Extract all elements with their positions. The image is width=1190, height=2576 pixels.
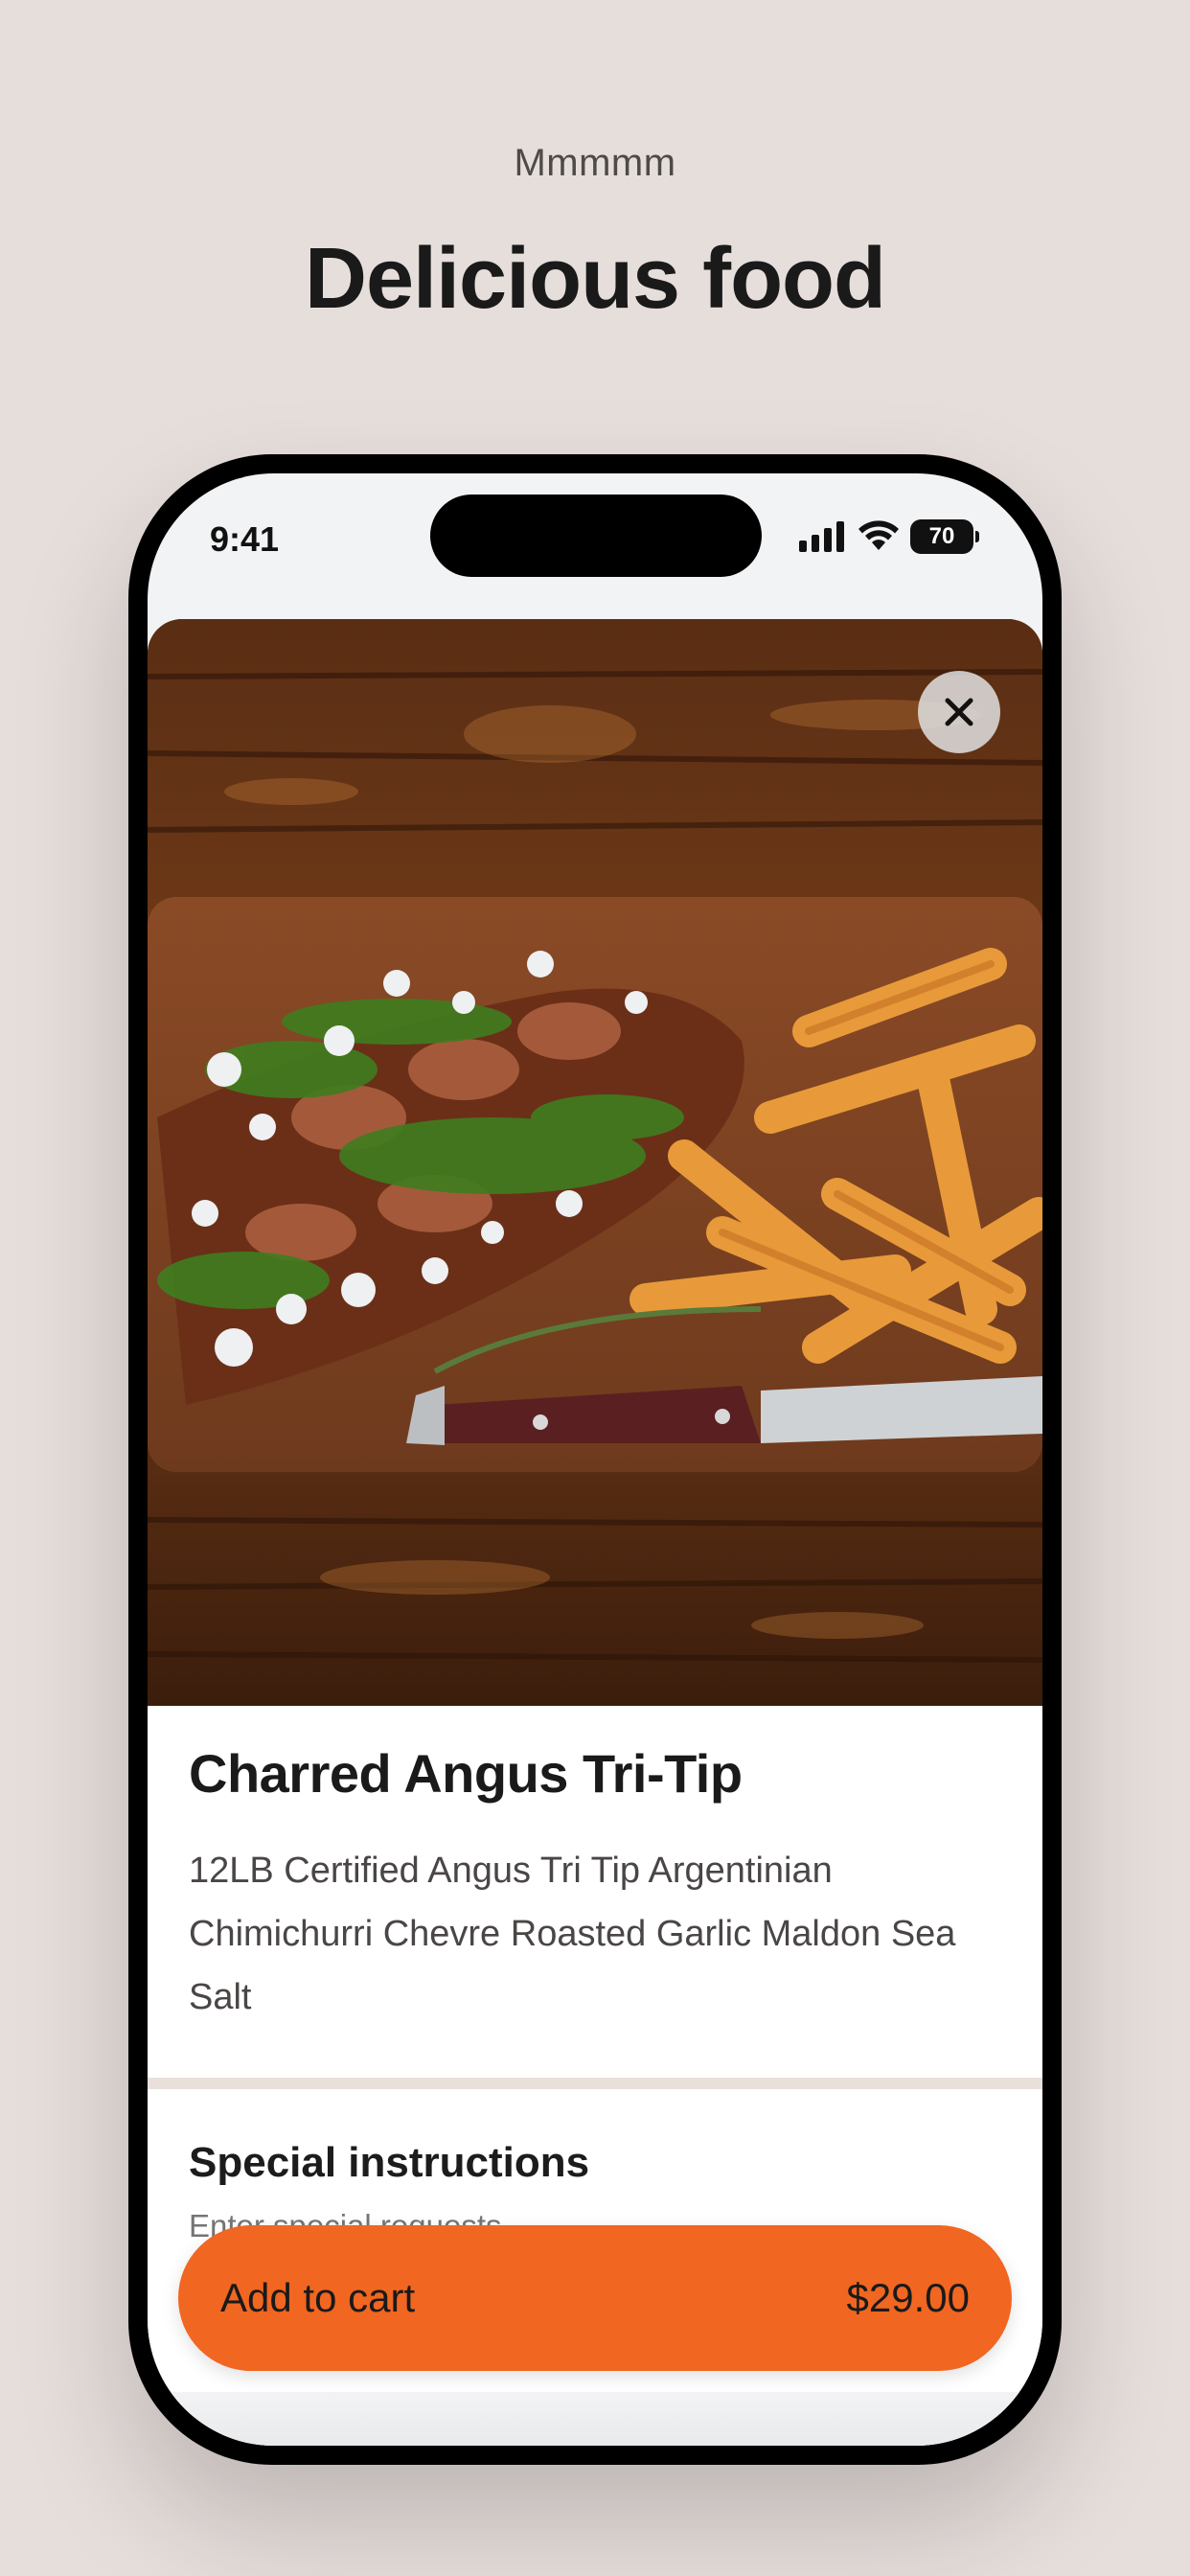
dynamic-island bbox=[430, 494, 762, 577]
home-indicator-area bbox=[148, 2392, 1042, 2446]
status-time: 9:41 bbox=[210, 519, 280, 559]
battery-level: 70 bbox=[910, 519, 973, 554]
product-image bbox=[148, 619, 1042, 1706]
instructions-title: Special instructions bbox=[189, 2139, 590, 2186]
product-sheet: Charred Angus Tri-Tip 12LB Certified Ang… bbox=[148, 619, 1042, 2446]
page-title: Delicious food bbox=[304, 231, 886, 327]
product-details: Charred Angus Tri-Tip 12LB Certified Ang… bbox=[189, 1742, 1003, 2029]
eyebrow-text: Mmmmm bbox=[514, 142, 676, 184]
add-to-cart-label: Add to cart bbox=[220, 2275, 416, 2320]
product-name: Charred Angus Tri-Tip bbox=[189, 1743, 743, 1804]
phone-frame: 9:41 70 Charred Angus Tri-Tip 12LB Certi… bbox=[128, 454, 1062, 2465]
status-icons: 70 bbox=[799, 518, 979, 556]
battery-tip bbox=[975, 531, 979, 542]
add-to-cart-button[interactable]: Add to cart $29.00 bbox=[178, 2225, 1012, 2371]
wifi-icon bbox=[858, 520, 899, 550]
food-photo bbox=[148, 619, 1042, 1706]
price-label: $29.00 bbox=[846, 2275, 970, 2320]
close-icon bbox=[945, 698, 973, 726]
product-description: 12LB Certified Angus Tri Tip Argentinian… bbox=[189, 1851, 956, 2017]
section-divider bbox=[148, 2078, 1042, 2089]
close-button[interactable] bbox=[918, 671, 1000, 753]
signal-icon bbox=[799, 521, 844, 552]
phone-screen: 9:41 70 Charred Angus Tri-Tip 12LB Certi… bbox=[148, 473, 1042, 2446]
battery-icon: 70 bbox=[910, 519, 979, 554]
